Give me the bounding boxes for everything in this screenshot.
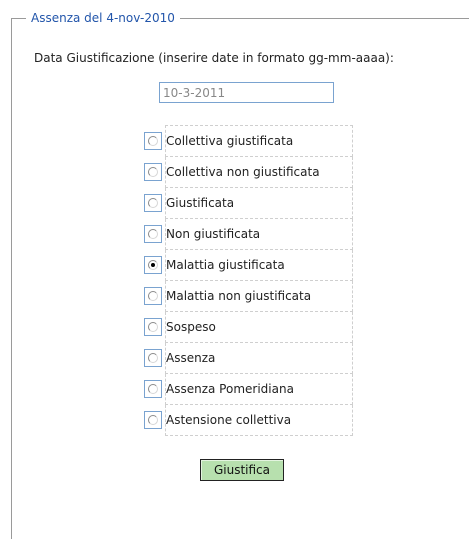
option-row: Assenza <box>141 342 353 374</box>
justification-options-table: Collettiva giustificata Collettiva non g… <box>141 125 353 436</box>
option-row: Collettiva non giustificata <box>141 156 353 188</box>
option-row: Malattia giustificata <box>141 249 353 281</box>
option-radio[interactable] <box>144 194 162 212</box>
date-prompt-label: Data Giustificazione (inserire date in f… <box>34 51 394 65</box>
option-radio[interactable] <box>144 163 162 181</box>
option-label[interactable]: Non giustificata <box>165 218 353 250</box>
option-radio[interactable] <box>144 349 162 367</box>
option-radio[interactable] <box>144 380 162 398</box>
option-label[interactable]: Assenza Pomeridiana <box>165 373 353 405</box>
option-label[interactable]: Malattia non giustificata <box>165 280 353 312</box>
option-label[interactable]: Sospeso <box>165 311 353 343</box>
option-label[interactable]: Giustificata <box>165 187 353 219</box>
option-row: Collettiva giustificata <box>141 125 353 157</box>
option-label[interactable]: Assenza <box>165 342 353 374</box>
option-radio[interactable] <box>144 287 162 305</box>
fieldset-legend: Assenza del 4-nov-2010 <box>26 10 180 26</box>
justification-date-input[interactable] <box>159 82 334 103</box>
option-row: Non giustificata <box>141 218 353 250</box>
option-row: Sospeso <box>141 311 353 343</box>
giustifica-button[interactable]: Giustifica <box>200 459 284 481</box>
option-row: Assenza Pomeridiana <box>141 373 353 405</box>
option-radio[interactable] <box>144 256 162 274</box>
option-label[interactable]: Collettiva non giustificata <box>165 156 353 188</box>
option-radio[interactable] <box>144 411 162 429</box>
option-row: Malattia non giustificata <box>141 280 353 312</box>
option-row: Astensione collettiva <box>141 404 353 436</box>
option-radio[interactable] <box>144 318 162 336</box>
option-label[interactable]: Astensione collettiva <box>165 404 353 436</box>
option-radio[interactable] <box>144 132 162 150</box>
option-label[interactable]: Malattia giustificata <box>165 249 353 281</box>
option-label[interactable]: Collettiva giustificata <box>165 125 353 157</box>
option-radio[interactable] <box>144 225 162 243</box>
option-row: Giustificata <box>141 187 353 219</box>
